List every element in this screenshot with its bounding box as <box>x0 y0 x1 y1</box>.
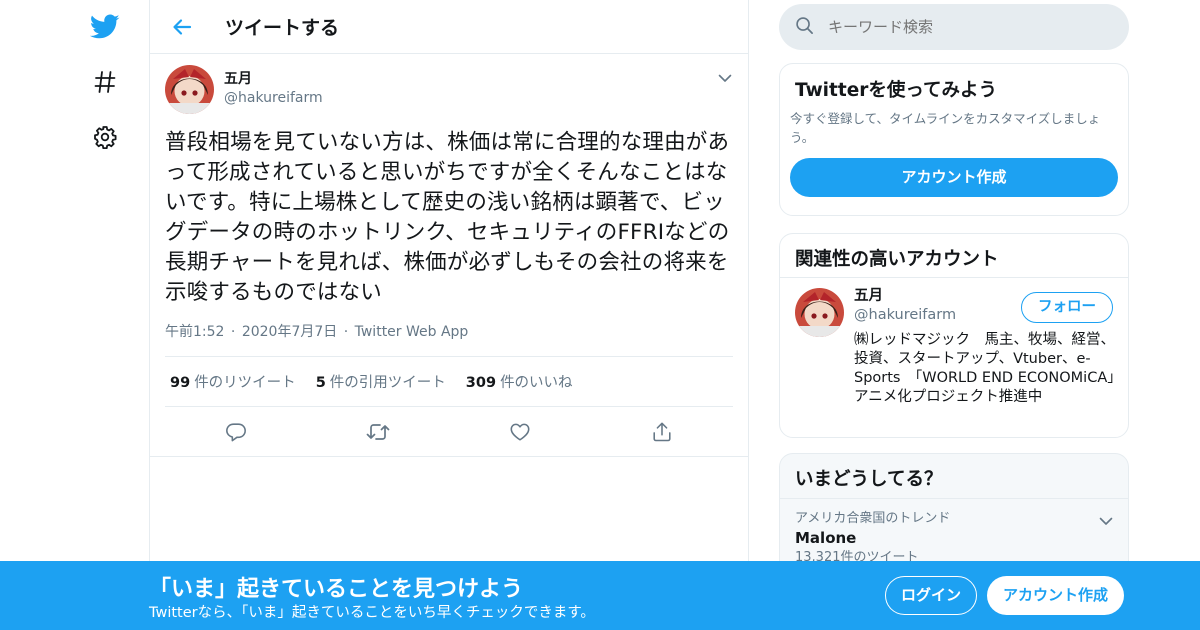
tweet-author[interactable]: 五月 @hakureifarm <box>165 64 733 114</box>
avatar[interactable] <box>795 288 844 337</box>
follow-button[interactable]: フォロー <box>1021 292 1113 323</box>
search-input[interactable] <box>828 18 1088 36</box>
signup-banner: 「いま」起きていることを見つけよう Twitterなら、「いま」起きていることを… <box>0 561 1200 630</box>
meta-separator: · <box>230 324 236 340</box>
tweet-detail: 五月 @hakureifarm 普段相場を見ていない方は、株価は常に合理的な理由… <box>150 54 748 457</box>
related-accounts-card: 関連性の高いアカウント 五月 @hakureifarm ㈱レッドマジック 馬主、… <box>779 233 1129 438</box>
tweet-source[interactable]: Twitter Web App <box>355 324 469 340</box>
like-label: 件のいいね <box>500 375 573 391</box>
chevron-down-icon[interactable] <box>718 68 732 87</box>
like-count-link[interactable]: 309 件のいいね <box>466 371 573 392</box>
create-account-button[interactable]: アカウント作成 <box>790 158 1118 197</box>
quote-count: 5 <box>315 375 326 391</box>
trends-title: いまどうしてる？ <box>780 465 1128 499</box>
retweet-count-link[interactable]: 99 件のリツイート <box>170 371 296 392</box>
retweet-label: 件のリツイート <box>194 375 296 391</box>
hashtag-icon[interactable] <box>85 62 125 102</box>
search-box[interactable] <box>779 4 1129 50</box>
tweet-text: 普段相場を見ていない方は、株価は常に合理的な理由があって形成されていると思いがち… <box>165 130 730 305</box>
related-user[interactable]: 五月 @hakureifarm ㈱レッドマジック 馬主、牧場、経営、投資、スター… <box>780 278 1128 407</box>
tweet-actions <box>165 407 733 456</box>
page-title: ツイートする <box>225 17 340 39</box>
tweet-date[interactable]: 2020年7月7日 <box>242 324 337 340</box>
twitter-bird-icon[interactable] <box>85 7 125 47</box>
author-handle[interactable]: @hakureifarm <box>224 89 323 108</box>
avatar[interactable] <box>165 64 214 114</box>
share-icon[interactable] <box>642 412 682 452</box>
signup-button[interactable]: アカウント作成 <box>987 576 1124 615</box>
banner-subtitle: Twitterなら、「いま」起きていることをいち早くチェックできます。 <box>149 605 595 621</box>
search-icon <box>795 16 814 39</box>
chevron-down-icon[interactable] <box>1099 511 1113 530</box>
trend-context: アメリカ合衆国のトレンド <box>795 511 951 526</box>
related-user-bio: ㈱レッドマジック 馬主、牧場、経営、投資、スタートアップ、Vtuber、e-Sp… <box>854 332 1115 405</box>
trend-item[interactable]: アメリカ合衆国のトレンド Malone 13,321件のツイート <box>780 499 1128 567</box>
author-display-name[interactable]: 五月 <box>224 70 323 89</box>
main-column: ツイートする 五月 @hakureifarm 普段相場を見ていない方は、株価は常… <box>149 0 749 630</box>
login-button[interactable]: ログイン <box>885 576 977 615</box>
tweet-stats: 99 件のリツイート 5 件の引用ツイート 309 件のいいね <box>165 356 733 407</box>
signup-card-title: Twitterを使ってみよう <box>795 80 997 101</box>
left-nav <box>0 0 150 630</box>
retweet-count: 99 <box>170 375 191 391</box>
tweet-metadata: 午前1:52 · 2020年7月7日 · Twitter Web App <box>165 321 733 341</box>
signup-card-description: 今すぐ登録して、タイムラインをカスタマイズしましょう。 <box>790 111 1101 145</box>
back-arrow-icon[interactable] <box>163 8 201 46</box>
quote-count-link[interactable]: 5 件の引用ツイート <box>316 371 446 392</box>
reply-icon[interactable] <box>216 412 256 452</box>
related-accounts-title: 関連性の高いアカウント <box>780 245 1128 278</box>
banner-title: 「いま」起きていることを見つけよう <box>149 577 524 602</box>
quote-label: 件の引用ツイート <box>329 375 446 391</box>
meta-separator: · <box>343 324 349 340</box>
trend-name[interactable]: Malone <box>795 527 1113 549</box>
page-header: ツイートする <box>150 0 748 54</box>
gear-icon[interactable] <box>85 117 125 157</box>
retweet-icon[interactable] <box>358 412 398 452</box>
like-count: 309 <box>465 375 497 391</box>
signup-card: Twitterを使ってみよう 今すぐ登録して、タイムラインをカスタマイズしましょ… <box>779 63 1129 216</box>
right-sidebar: Twitterを使ってみよう 今すぐ登録して、タイムラインをカスタマイズしましょ… <box>779 0 1129 593</box>
heart-icon[interactable] <box>500 412 540 452</box>
tweet-time[interactable]: 午前1:52 <box>165 324 224 340</box>
